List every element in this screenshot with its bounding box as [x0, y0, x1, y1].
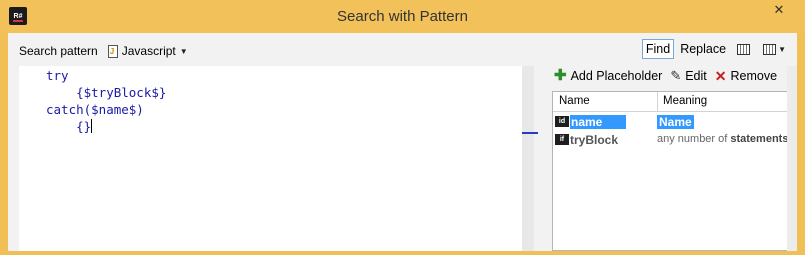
remove-x-icon: ✕ — [714, 67, 727, 84]
add-placeholder-label: Add Placeholder — [570, 69, 663, 83]
placeholder-name: name — [570, 115, 627, 129]
remove-placeholder-label: Remove — [730, 69, 778, 83]
show-matches-button[interactable] — [732, 39, 755, 59]
placeholder-name: tryBlock — [570, 133, 619, 147]
placeholder-meaning: Name — [657, 115, 694, 129]
table-row[interactable]: if tryBlock any number of statements — [553, 131, 789, 149]
placeholders-panel: ✚ Add Placeholder ✎ Edit ✕ Remove Name M… — [548, 66, 797, 251]
placeholder-meaning: any number of statements — [657, 133, 789, 145]
close-button[interactable]: ✕ — [760, 0, 798, 20]
language-label: Javascript — [121, 44, 176, 58]
code-line-with-cursor: {} — [46, 119, 93, 134]
name-column-header[interactable]: Name — [559, 95, 590, 107]
meaning-column-header[interactable]: Meaning — [663, 95, 707, 107]
replace-mode-button[interactable]: Replace — [677, 39, 729, 59]
table-row[interactable]: id name Name — [553, 113, 789, 131]
options-dropdown-button[interactable]: ▼ — [758, 39, 789, 59]
code-line: catch($name$) — [46, 102, 144, 117]
identifier-placeholder-icon: id — [555, 116, 569, 127]
editor-scrollbar[interactable] — [522, 66, 534, 251]
search-pattern-label: Search pattern — [19, 44, 98, 58]
add-placeholder-button[interactable]: ✚ Add Placeholder — [554, 67, 663, 84]
window-title: Search with Pattern — [337, 8, 468, 25]
statement-placeholder-icon: if — [555, 134, 569, 145]
language-selector[interactable]: Javascript ▼ — [104, 44, 188, 58]
chevron-down-icon: ▼ — [778, 44, 786, 54]
table-header: Name Meaning — [553, 92, 789, 112]
mode-toolbar: Find Replace ▼ — [641, 38, 789, 60]
remove-placeholder-button[interactable]: ✕ Remove — [715, 68, 777, 85]
placeholders-table: Name Meaning id name Name if tryBlock an… — [552, 91, 790, 251]
pattern-editor[interactable]: try {$tryBlock$} catch($name$) {} — [19, 66, 522, 251]
pencil-icon: ✎ — [670, 68, 682, 83]
javascript-file-icon — [107, 44, 118, 58]
plus-icon: ✚ — [554, 67, 567, 84]
title-bar[interactable]: R# Search with Pattern ✕ — [0, 0, 805, 33]
find-mode-button[interactable]: Find — [641, 39, 675, 59]
panel-scrollbar[interactable] — [787, 66, 797, 251]
code-line: {$tryBlock$} — [46, 85, 167, 100]
chevron-down-icon: ▼ — [179, 46, 188, 56]
table-options-icon — [763, 43, 777, 55]
placeholder-actions: ✚ Add Placeholder ✎ Edit ✕ Remove — [554, 66, 777, 86]
code-line: try — [46, 68, 69, 83]
search-pattern-toolbar: Search pattern Javascript ▼ — [19, 41, 188, 61]
close-icon: ✕ — [773, 2, 785, 17]
grid-view-icon — [737, 43, 751, 55]
text-cursor — [91, 119, 93, 133]
edit-placeholder-label: Edit — [685, 69, 707, 83]
dialog-client-area: Search pattern Javascript ▼ Find Replace… — [8, 33, 797, 251]
search-with-pattern-window: R# Search with Pattern ✕ Search pattern … — [0, 0, 805, 255]
column-divider[interactable] — [657, 92, 658, 112]
scrollbar-marker — [522, 132, 538, 134]
edit-placeholder-button[interactable]: ✎ Edit — [670, 68, 706, 84]
